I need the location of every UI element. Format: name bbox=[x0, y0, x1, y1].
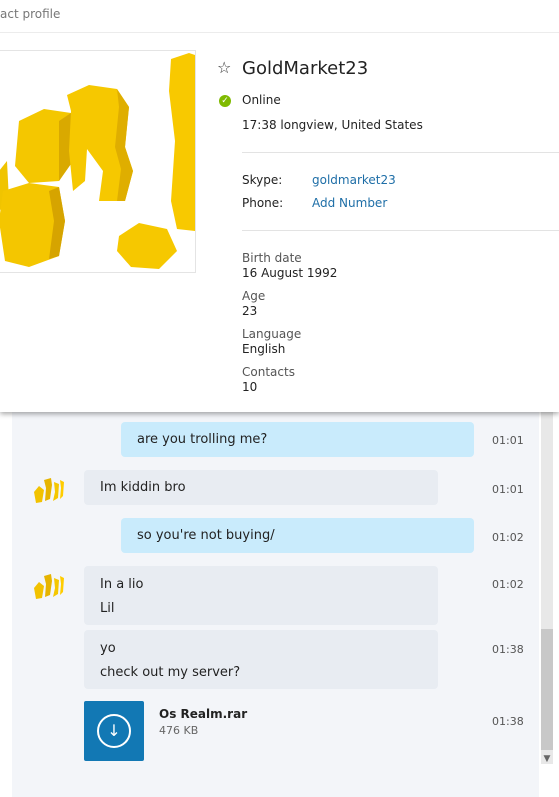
message-time: 01:38 bbox=[492, 715, 524, 728]
age-value: 23 bbox=[242, 304, 258, 318]
message-time: 01:01 bbox=[492, 483, 524, 496]
status-text: Online bbox=[242, 93, 281, 107]
divider bbox=[242, 152, 559, 153]
skype-name-link[interactable]: goldmarket23 bbox=[312, 173, 396, 187]
scroll-down-arrow-icon[interactable]: ▼ bbox=[541, 752, 553, 766]
birth-date-label: Birth date bbox=[242, 251, 302, 265]
add-number-link[interactable]: Add Number bbox=[312, 196, 387, 210]
message-bubble[interactable]: In a lio Lil bbox=[84, 566, 438, 625]
message-time: 01:02 bbox=[492, 578, 524, 591]
message-text: check out my server? bbox=[100, 665, 241, 680]
message-time: 01:02 bbox=[492, 531, 524, 544]
file-size: 476 KB bbox=[159, 724, 199, 737]
message-time: 01:01 bbox=[492, 434, 524, 447]
file-name[interactable]: Os Realm.rar bbox=[159, 707, 247, 721]
language-value: English bbox=[242, 342, 286, 356]
phone-label: Phone: bbox=[242, 196, 284, 210]
file-download-button[interactable]: ↓ bbox=[84, 701, 144, 761]
message-text: are you trolling me? bbox=[137, 432, 268, 447]
scrollbar[interactable]: ▼ bbox=[541, 412, 553, 764]
online-check-icon: ✓ bbox=[219, 95, 231, 107]
message-bubble[interactable]: Im kiddin bro bbox=[84, 470, 438, 505]
message-text: Lil bbox=[100, 601, 115, 616]
language-label: Language bbox=[242, 327, 302, 341]
avatar[interactable] bbox=[30, 472, 66, 508]
favorite-star-icon[interactable]: ☆ bbox=[217, 58, 231, 77]
card-title: act profile bbox=[0, 7, 61, 21]
avatar[interactable] bbox=[30, 568, 66, 604]
message-time: 01:38 bbox=[492, 643, 524, 656]
message-text: so you're not buying/ bbox=[137, 528, 275, 543]
birth-date-value: 16 August 1992 bbox=[242, 266, 338, 280]
divider bbox=[242, 230, 559, 231]
message-bubble[interactable]: yo check out my server? bbox=[84, 630, 438, 689]
message-text: Im kiddin bro bbox=[100, 480, 186, 495]
contact-name: GoldMarket23 bbox=[242, 58, 369, 79]
message-text: yo bbox=[100, 641, 116, 656]
download-icon: ↓ bbox=[97, 714, 131, 748]
profile-picture bbox=[0, 50, 196, 273]
message-bubble[interactable]: are you trolling me? bbox=[121, 422, 474, 457]
contacts-value: 10 bbox=[242, 380, 258, 394]
message-text: In a lio bbox=[100, 577, 144, 592]
skype-label: Skype: bbox=[242, 173, 283, 187]
profile-card: act profile ☆ GoldMarket23 ✓ Online 17:3… bbox=[0, 0, 559, 412]
age-label: Age bbox=[242, 289, 266, 303]
contacts-label: Contacts bbox=[242, 365, 295, 379]
local-time-location: 17:38 longview, United States bbox=[242, 118, 423, 132]
divider bbox=[0, 32, 559, 33]
message-bubble[interactable]: so you're not buying/ bbox=[121, 518, 474, 553]
scrollbar-thumb[interactable] bbox=[541, 629, 553, 750]
